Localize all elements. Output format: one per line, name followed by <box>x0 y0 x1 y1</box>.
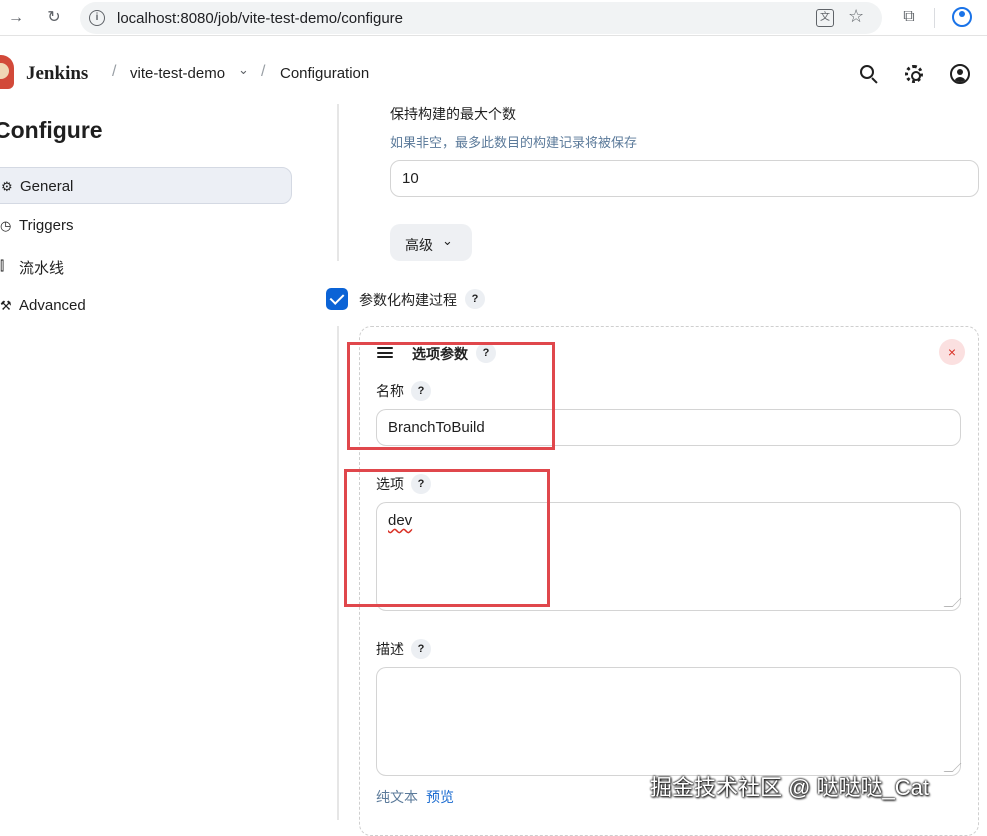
pipeline-icon: ⫿ <box>0 258 5 273</box>
search-icon[interactable] <box>858 63 880 85</box>
chevron-down-icon[interactable]: ⌄ <box>238 62 249 78</box>
chevron-down-icon: ⌄ <box>442 233 453 248</box>
info-icon[interactable]: i <box>89 10 105 26</box>
breadcrumb-separator: / <box>261 63 266 80</box>
plain-text-tab[interactable]: 纯文本 <box>376 787 418 807</box>
app-name[interactable]: Jenkins <box>26 63 88 85</box>
forward-icon[interactable]: → <box>4 6 28 30</box>
jenkins-header: Jenkins / vite-test-demo ⌄ / Configurati… <box>0 37 987 109</box>
sidebar-item-general[interactable]: ⚙ General <box>0 167 292 204</box>
parameterized-label[interactable]: 参数化构建过程 <box>359 290 457 310</box>
max-builds-label: 保持构建的最大个数 <box>390 106 516 122</box>
breadcrumb-job[interactable]: vite-test-demo <box>130 65 225 82</box>
gear-icon: ⚙ <box>1 179 13 194</box>
sidebar-item-label: 流水线 <box>19 260 65 277</box>
breadcrumb-configuration[interactable]: Configuration <box>280 65 369 82</box>
sidebar-item-label: General <box>20 178 74 195</box>
page-title: Configure <box>0 117 103 143</box>
sidebar-item-label: Advanced <box>19 297 86 314</box>
preview-link[interactable]: 预览 <box>426 787 454 807</box>
browser-toolbar: → ↻ i localhost:8080/job/vite-test-demo/… <box>0 0 987 36</box>
breadcrumb-separator: / <box>112 63 117 80</box>
close-icon[interactable]: × <box>939 339 965 365</box>
advanced-button[interactable]: 高级 ⌄ <box>390 224 472 261</box>
sidebar-item-pipeline[interactable]: ⫿ 流水线 <box>0 247 292 284</box>
gear-icon[interactable] <box>903 63 925 85</box>
url-text: localhost:8080/job/vite-test-demo/config… <box>117 10 403 27</box>
parameterized-checkbox[interactable] <box>326 288 348 310</box>
profile-icon[interactable] <box>952 7 972 27</box>
reload-icon[interactable]: ↻ <box>42 6 66 30</box>
max-builds-description: 如果非空，最多此数目的构建记录将被保存 <box>390 135 638 150</box>
address-bar[interactable]: i localhost:8080/job/vite-test-demo/conf… <box>80 2 882 34</box>
description-textarea[interactable] <box>376 667 962 776</box>
watermark-text: 掘金技术社区 @ 哒哒哒_Cat <box>650 775 930 800</box>
highlight-box-name <box>347 342 555 450</box>
section-guide-line <box>337 104 339 261</box>
translate-icon[interactable]: 文 <box>816 9 834 27</box>
toolbar-divider <box>934 8 935 28</box>
sidebar-item-advanced[interactable]: ⚒ Advanced <box>0 287 292 324</box>
resize-handle-icon[interactable] <box>943 598 962 607</box>
sidebar-item-triggers[interactable]: ◷ Triggers <box>0 207 292 244</box>
description-label: 描述 <box>376 641 404 657</box>
clock-icon: ◷ <box>0 218 12 233</box>
extensions-icon[interactable]: ⧉ <box>898 6 920 28</box>
user-icon[interactable] <box>949 63 971 85</box>
star-icon[interactable]: ☆ <box>848 6 864 27</box>
resize-handle-icon[interactable] <box>943 763 962 772</box>
help-icon[interactable]: ? <box>465 289 485 309</box>
advanced-button-label: 高级 <box>405 237 433 253</box>
section-guide-line <box>337 326 339 820</box>
wrench-icon: ⚒ <box>0 298 12 313</box>
sidebar-item-label: Triggers <box>19 217 74 234</box>
jenkins-logo-icon[interactable] <box>0 55 14 89</box>
max-builds-input[interactable]: 10 <box>390 160 979 197</box>
highlight-box-choices <box>344 469 550 607</box>
help-icon[interactable]: ? <box>411 639 431 659</box>
